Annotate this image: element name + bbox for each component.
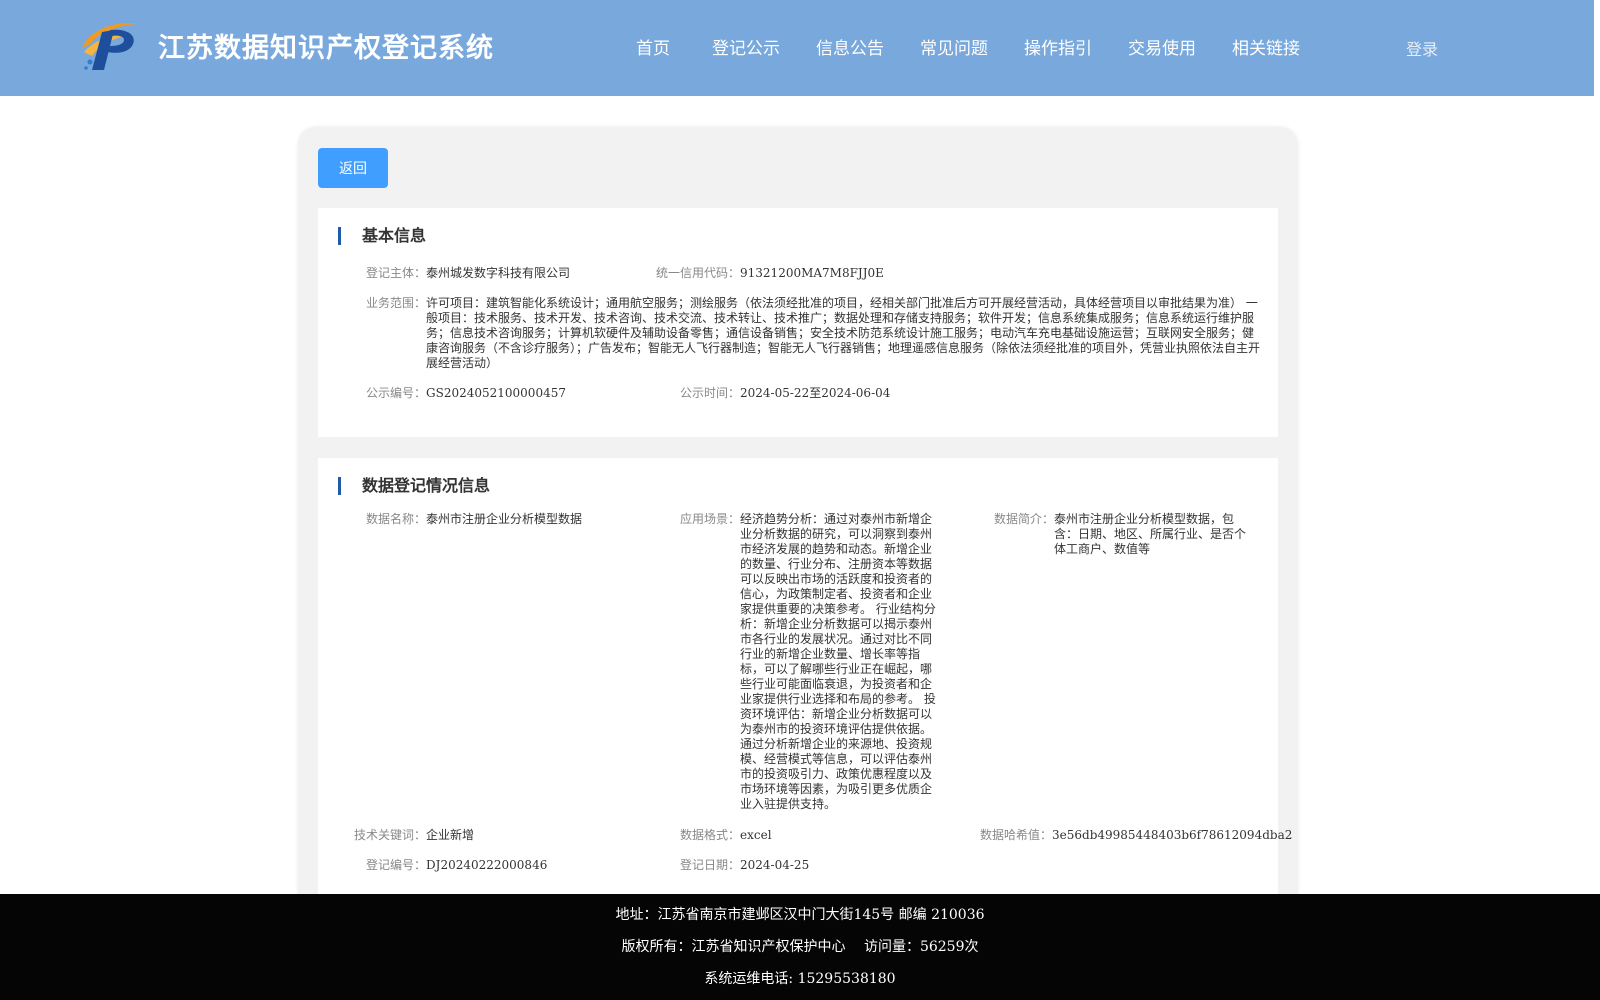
nav-trade-use[interactable]: 交易使用 [1128, 34, 1196, 59]
keyword-label: 技术关键词： [354, 828, 427, 842]
data-info-title: 数据登记情况信息 [338, 477, 490, 495]
notice-time-value: 2024-05-22至2024-06-04 [740, 386, 891, 400]
scene-field: 应用场景： 经济趋势分析：通过对泰州市新增企业分析数据的研究，可以洞察到泰州市经… [680, 512, 936, 812]
site-title: 江苏数据知识产权登记系统 [158, 33, 494, 64]
notice-time-field: 公示时间： 2024-05-22至2024-06-04 [680, 386, 890, 401]
data-name-field: 数据名称： 泰州市注册企业分析模型数据 [366, 512, 582, 527]
logo-icon [82, 23, 138, 70]
data-name-label: 数据名称： [366, 512, 427, 526]
hash-value: 3e56db49985448403b6f78612094dba2 [1052, 828, 1293, 842]
nav-info-announcement[interactable]: 信息公告 [816, 34, 884, 59]
credit-code-field: 统一信用代码： 91321200MA7M8FJJ0E [656, 266, 884, 281]
format-field: 数据格式： excel [680, 828, 772, 843]
reg-no-value: DJ20240222000846 [426, 858, 548, 872]
format-label: 数据格式： [680, 828, 741, 842]
reg-date-field: 登记日期： 2024-04-25 [680, 858, 809, 873]
hash-label: 数据哈希值： [980, 828, 1053, 842]
hash-field: 数据哈希值： 3e56db49985448403b6f78612094dba2 [980, 828, 1292, 843]
basic-info-title: 基本信息 [338, 227, 426, 245]
scope-field: 业务范围： 许可项目：建筑智能化系统设计；通用航空服务；测绘服务（依法须经批准的… [366, 296, 1266, 371]
nav-related-links[interactable]: 相关链接 [1232, 34, 1300, 59]
entity-field: 登记主体： 泰州城发数字科技有限公司 [366, 266, 570, 281]
credit-code-value: 91321200MA7M8FJJ0E [740, 266, 884, 280]
notice-time-label: 公示时间： [680, 386, 741, 400]
scene-label: 应用场景： [680, 512, 741, 526]
nav-faq[interactable]: 常见问题 [920, 34, 988, 59]
reg-no-label: 登记编号： [366, 858, 427, 872]
format-value: excel [740, 828, 772, 842]
footer-address: 地址：江苏省南京市建邺区汉中门大街145号 邮编 210036 [615, 907, 985, 923]
notice-no-label: 公示编号： [366, 386, 427, 400]
scope-label: 业务范围： [366, 296, 427, 310]
footer-copyright: 版权所有：江苏省知识产权保护中心 访问量：56259次 [621, 939, 979, 955]
data-name-value: 泰州市注册企业分析模型数据 [426, 512, 583, 526]
entity-value: 泰州城发数字科技有限公司 [426, 266, 571, 280]
credit-code-label: 统一信用代码： [656, 266, 741, 280]
data-info-section: 数据登记情况信息 数据名称： 泰州市注册企业分析模型数据 应用场景： 经济趋势分… [318, 458, 1292, 918]
login-link[interactable]: 登录 [1406, 36, 1438, 60]
basic-info-section: 基本信息 登记主体： 泰州城发数字科技有限公司 统一信用代码： 91321200… [318, 208, 1278, 437]
detail-card: 返回 基本信息 登记主体： 泰州城发数字科技有限公司 统一信用代码： 91321… [298, 127, 1298, 918]
reg-no-field: 登记编号： DJ20240222000846 [366, 858, 547, 873]
reg-date-value: 2024-04-25 [740, 858, 810, 872]
nav-registration-notice[interactable]: 登记公示 [712, 34, 780, 59]
notice-no-value: GS2024052100000457 [426, 386, 566, 400]
top-header: 江苏数据知识产权登记系统 首页 登记公示 信息公告 常见问题 操作指引 交易使用… [0, 0, 1594, 96]
main-nav: 首页 登记公示 信息公告 常见问题 操作指引 交易使用 相关链接 [636, 34, 1336, 59]
entity-label: 登记主体： [366, 266, 427, 280]
intro-value: 泰州市注册企业分析模型数据，包含：日期、地区、所属行业、是否个体工商户、数值等 [1054, 512, 1247, 556]
reg-date-label: 登记日期： [680, 858, 741, 872]
keyword-value: 企业新增 [426, 828, 475, 842]
footer-hotline: 系统运维电话: 15295538180 [704, 971, 896, 987]
notice-no-field: 公示编号： GS2024052100000457 [366, 386, 566, 401]
nav-guide[interactable]: 操作指引 [1024, 34, 1092, 59]
intro-label: 数据简介： [994, 512, 1055, 526]
page-footer: 地址：江苏省南京市建邺区汉中门大街145号 邮编 210036 版权所有：江苏省… [0, 894, 1600, 1000]
scope-value: 许可项目：建筑智能化系统设计；通用航空服务；测绘服务（依法须经批准的项目，经相关… [426, 296, 1261, 370]
nav-home[interactable]: 首页 [636, 34, 670, 59]
back-button[interactable]: 返回 [318, 148, 388, 188]
scene-value: 经济趋势分析：通过对泰州市新增企业分析数据的研究，可以洞察到泰州市经济发展的趋势… [740, 512, 936, 811]
keyword-field: 技术关键词： 企业新增 [354, 828, 474, 843]
intro-field: 数据简介： 泰州市注册企业分析模型数据，包含：日期、地区、所属行业、是否个体工商… [994, 512, 1250, 557]
